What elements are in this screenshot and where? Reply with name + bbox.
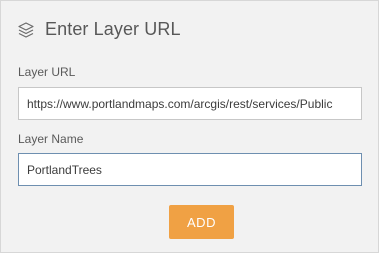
layer-url-label: Layer URL [18, 65, 76, 79]
add-button[interactable]: ADD [169, 205, 234, 239]
layer-name-input[interactable] [18, 153, 362, 186]
layer-name-label: Layer Name [18, 132, 84, 146]
layers-icon [17, 21, 35, 39]
panel-title: Enter Layer URL [45, 19, 181, 39]
panel-header: Enter Layer URL [17, 19, 181, 40]
enter-layer-url-panel: Enter Layer URL Layer URL Layer Name ADD [0, 0, 379, 253]
layer-url-input[interactable] [18, 87, 362, 120]
